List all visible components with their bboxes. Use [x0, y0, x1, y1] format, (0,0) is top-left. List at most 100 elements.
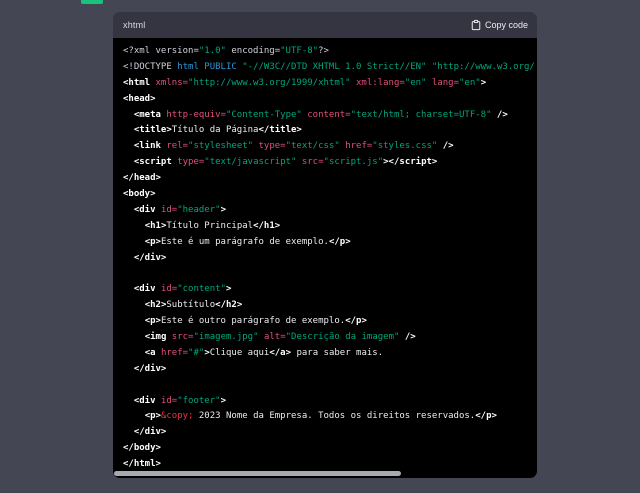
code-line: <p>&copy; 2023 Nome da Empresa. Todos os… [123, 409, 537, 425]
code-token: </p> [329, 237, 351, 247]
code-token [123, 110, 134, 120]
code-line: <p>Este é um parágrafo de exemplo.</p> [123, 235, 537, 251]
code-token: <h2> [145, 300, 167, 310]
horizontal-scrollbar-thumb[interactable] [114, 471, 401, 476]
code-line: </div> [123, 425, 537, 441]
code-line: <div id="content"> [123, 282, 537, 298]
code-token: /> [443, 141, 454, 151]
code-token: "-//W3C//DTD XHTML 1.0 Strict//EN" [242, 62, 426, 72]
code-token [123, 284, 134, 294]
code-token: "#" [188, 348, 204, 358]
code-token: <p> [145, 316, 161, 326]
code-token [123, 332, 145, 342]
code-block: xhtml Copy code <?xml version="1.0" enco… [113, 12, 537, 478]
code-token: Subtítulo [166, 300, 215, 310]
code-token: content= [307, 110, 350, 120]
language-label: xhtml [123, 20, 146, 30]
code-line [123, 266, 537, 282]
code-token: </h1> [253, 221, 280, 231]
code-token: </head> [123, 173, 161, 183]
code-token: "Descrição da imagem" [286, 332, 400, 342]
code-token: type= [177, 157, 204, 167]
code-token: "en" [405, 78, 427, 88]
code-line: <script type="text/javascript" src="scri… [123, 155, 537, 171]
code-token: ?> [318, 46, 329, 56]
code-token: <meta [134, 110, 161, 120]
code-token [123, 157, 134, 167]
code-token: http-equiv= [166, 110, 226, 120]
code-token: &copy; [161, 411, 194, 421]
code-block-header: xhtml Copy code [113, 12, 537, 38]
code-token: </div> [134, 427, 167, 437]
code-token [123, 300, 145, 310]
code-token [123, 348, 145, 358]
code-token: id= [161, 284, 177, 294]
code-line: </head> [123, 171, 537, 187]
code-line: <head> [123, 92, 537, 108]
code-line: <!DOCTYPE html PUBLIC "-//W3C//DTD XHTML… [123, 60, 537, 76]
code-token: <title> [134, 125, 172, 135]
code-token: href= [161, 348, 188, 358]
code-line: </body> [123, 441, 537, 457]
code-line: <link rel="stylesheet" type="text/css" h… [123, 139, 537, 155]
code-token: > [226, 284, 231, 294]
copy-code-label: Copy code [485, 20, 528, 30]
code-token: "script.js" [324, 157, 384, 167]
code-line: </div> [123, 362, 537, 378]
code-token: Clique aqui [210, 348, 270, 358]
copy-code-button[interactable]: Copy code [471, 19, 528, 31]
code-token: "UTF-8" [280, 46, 318, 56]
code-token [123, 205, 134, 215]
code-token: > [221, 205, 226, 215]
code-token: src= [172, 332, 194, 342]
code-token: "stylesheet" [188, 141, 253, 151]
code-token: </p> [475, 411, 497, 421]
code-token: xmlns= [156, 78, 189, 88]
code-line: <title>Título da Página</title> [123, 123, 537, 139]
code-token: <link [134, 141, 161, 151]
code-token: </a> [269, 348, 291, 358]
code-token: /> [405, 332, 416, 342]
code-line: <div id="footer"> [123, 394, 537, 410]
code-token: Este é outro parágrafo de exemplo. [161, 316, 345, 326]
code-token [123, 316, 145, 326]
code-token: </html> [123, 459, 161, 469]
clipboard-icon [471, 19, 481, 31]
code-token: encoding= [226, 46, 280, 56]
code-token: "http://www.w3.org/1999/xhtml" [188, 78, 351, 88]
code-line: <p>Este é outro parágrafo de exemplo.</p… [123, 314, 537, 330]
code-token: </h2> [215, 300, 242, 310]
code-token [123, 411, 145, 421]
code-token: Título da Página [172, 125, 259, 135]
code-token: <p> [145, 411, 161, 421]
code-token: src= [302, 157, 324, 167]
code-token: <head> [123, 94, 156, 104]
code-token [123, 253, 134, 263]
code-token: "http://www.w3.org/ [432, 62, 535, 72]
code-token: > [221, 396, 226, 406]
code-token: xml:lang= [356, 78, 405, 88]
code-token: "imagem.jpg" [193, 332, 258, 342]
code-token: <div [134, 205, 156, 215]
code-token [123, 237, 145, 247]
code-token [123, 221, 145, 231]
code-token: "styles.css" [372, 141, 437, 151]
code-token: </body> [123, 443, 161, 453]
code-token: </title> [258, 125, 301, 135]
code-token: ></script> [383, 157, 437, 167]
code-token: <a [145, 348, 156, 358]
code-token: html [177, 62, 199, 72]
code-token: 2023 Nome da Empresa. Todos os direitos … [193, 411, 475, 421]
code-line: </div> [123, 251, 537, 267]
code-token: > [481, 78, 486, 88]
code-token: <!DOCTYPE [123, 62, 177, 72]
code-token: "en" [459, 78, 481, 88]
code-token: <div [134, 284, 156, 294]
code-line: <div id="header"> [123, 203, 537, 219]
code-line: <a href="#">Clique aqui</a> para saber m… [123, 346, 537, 362]
code-area[interactable]: <?xml version="1.0" encoding="UTF-8"?><!… [113, 38, 537, 478]
assistant-avatar [81, 0, 103, 4]
code-token: <?xml version= [123, 46, 199, 56]
code-token [123, 427, 134, 437]
code-line: <body> [123, 187, 537, 203]
